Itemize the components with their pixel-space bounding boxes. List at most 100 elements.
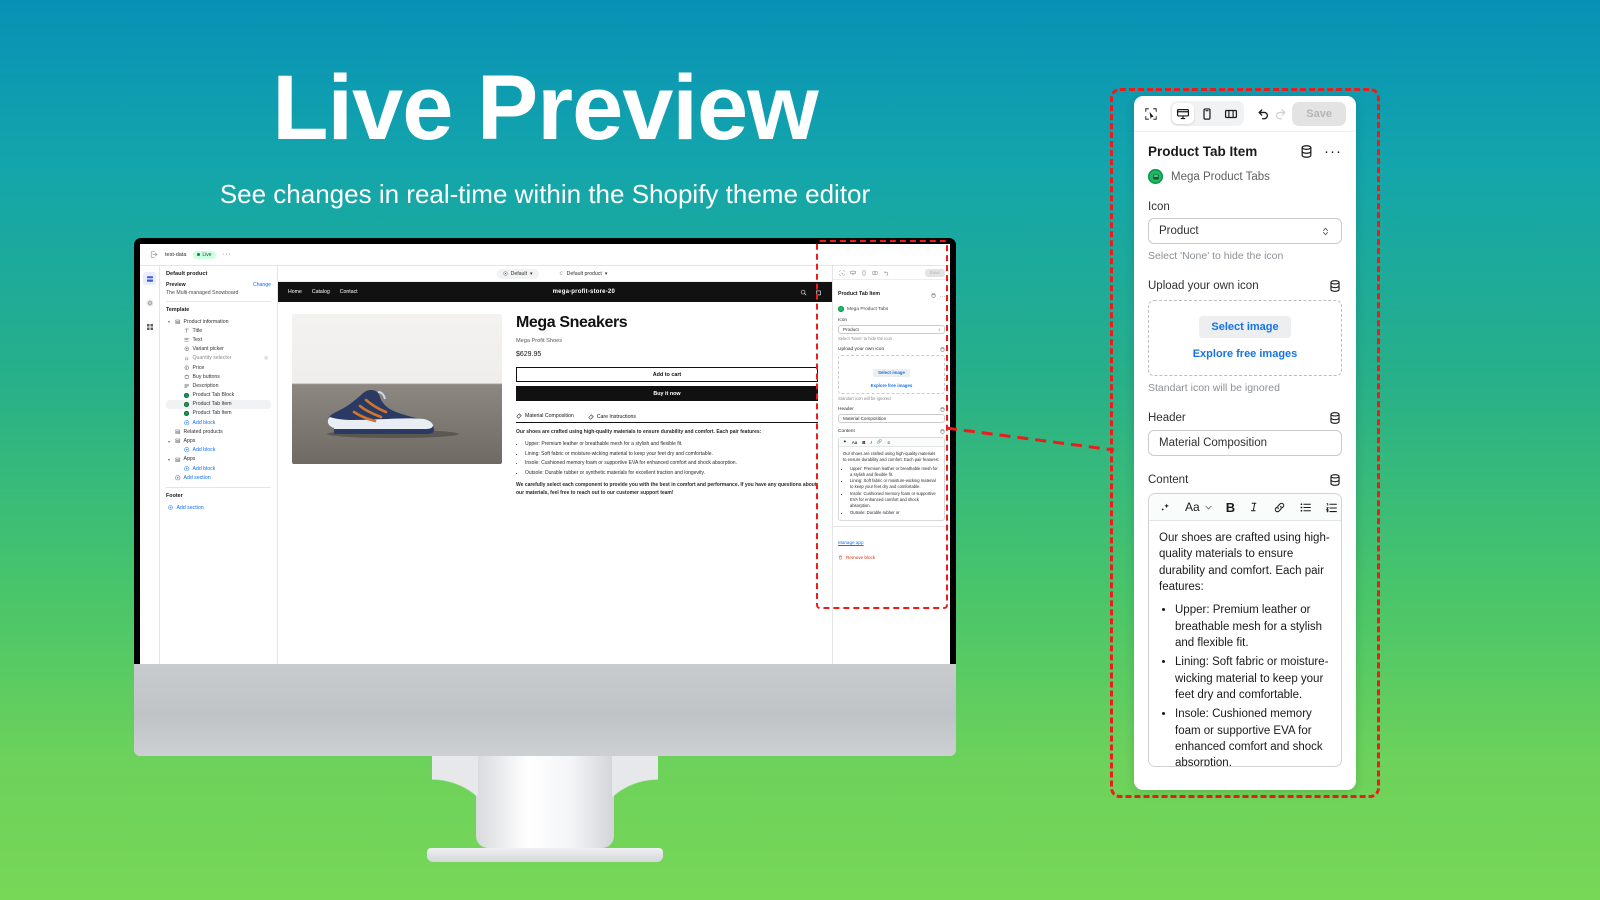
plus-circle-icon — [168, 505, 174, 511]
sidebar-tree-item[interactable]: ▾ Apps — [166, 436, 271, 445]
preview-toolbar: Default ▾ Default product ▾ — [278, 266, 832, 282]
sidebar-tree-item[interactable]: Add section — [166, 473, 271, 482]
panel-app-row: Mega Product Tabs — [1148, 169, 1342, 184]
save-button[interactable]: Save — [1292, 101, 1346, 126]
sidebar-divider — [166, 301, 271, 302]
icon-select[interactable]: Product — [1148, 218, 1342, 244]
tab-care-instructions[interactable]: Care Instructions — [588, 413, 636, 423]
icon-select-value: Product — [1159, 225, 1199, 237]
explore-free-images-link[interactable]: Explore free images — [1159, 348, 1331, 360]
sidebar-tree-item[interactable]: Variant picker — [166, 345, 271, 354]
chevron-down-icon[interactable]: ▾ — [168, 457, 172, 462]
app-dot-icon — [184, 392, 190, 398]
rail-apps-icon[interactable] — [143, 320, 156, 333]
numbered-list-icon[interactable] — [1325, 501, 1338, 514]
sidebar-tree-item[interactable]: Add block — [166, 464, 271, 473]
add-to-cart-button[interactable]: Add to cart — [516, 367, 818, 382]
panel-header: Product Tab Item ··· — [1148, 144, 1342, 160]
description-icon — [184, 383, 190, 389]
image-dropzone[interactable]: Select image Explore free images — [1148, 300, 1342, 376]
bold-icon[interactable]: B — [1226, 500, 1235, 515]
app-name-label: Mega Product Tabs — [1171, 170, 1270, 183]
database-icon[interactable] — [1299, 144, 1314, 159]
database-icon-4[interactable] — [1328, 473, 1342, 487]
nav-link-catalog[interactable]: Catalog — [312, 289, 330, 295]
select-image-button[interactable]: Select image — [1199, 316, 1291, 338]
page-title: Live Preview — [272, 57, 818, 159]
change-preview-link[interactable]: Change — [253, 282, 271, 288]
preview-value[interactable]: The Multi-managed Snowboard — [166, 290, 271, 296]
sidebar-tree-item[interactable]: Product Tab Block — [166, 391, 271, 400]
sidebar-tree-item[interactable]: Price — [166, 363, 271, 372]
nav-link-contact[interactable]: Contact — [340, 289, 358, 295]
rich-text-content[interactable]: Our shoes are crafted using high-quality… — [1149, 521, 1341, 766]
chevron-down-icon[interactable]: ▾ — [168, 319, 172, 324]
database-icon-2[interactable] — [1328, 279, 1342, 293]
theme-chip[interactable]: Default ▾ — [496, 268, 539, 279]
nav-link-home[interactable]: Home — [288, 289, 302, 295]
footer-add-section[interactable]: Add section — [166, 503, 271, 512]
editor-rail — [140, 266, 160, 664]
rail-settings-icon[interactable] — [143, 296, 156, 309]
chevron-down-icon[interactable]: ▾ — [168, 439, 172, 444]
tab-bullet-item: Upper: Premium leather or breathable mes… — [525, 441, 818, 449]
product-page: Mega Sneakers Mega Profit Shoes $629.95 … — [278, 302, 832, 664]
hidden-block-icon[interactable]: ◎ — [264, 355, 268, 361]
sidebar-tree-item-label: Related products — [183, 428, 223, 435]
sidebar-tree-item[interactable]: Add block — [166, 446, 271, 455]
rt-bullet-item: Lining: Soft fabric or moisture-wicking … — [1175, 654, 1331, 703]
plus-circle-icon — [184, 420, 190, 426]
plus-circle-icon — [184, 447, 190, 453]
editor-sidebar: Default product Preview Change The Multi… — [160, 266, 278, 664]
bulleted-list-icon[interactable] — [1299, 501, 1312, 514]
app-dot-icon — [184, 410, 190, 417]
sidebar-tree-item[interactable]: Description — [166, 381, 271, 390]
sidebar-tree-item[interactable]: Product Tab Item — [166, 399, 271, 409]
plus-circle-icon — [175, 475, 181, 481]
sidebar-tree-item[interactable]: Quantity selector ◎ — [166, 354, 271, 363]
sidebar-tree-item-label: Add block — [192, 419, 216, 426]
sidebar-tree-item[interactable]: Add block — [166, 418, 271, 427]
sidebar-tree-item[interactable]: ▾ Product information — [166, 317, 271, 326]
sidebar-tree-item[interactable]: Product Tab Item — [166, 409, 271, 418]
preview-row: Preview Change — [166, 282, 271, 288]
ai-sparkle-icon[interactable] — [1159, 501, 1172, 514]
tab-intro: Our shoes are crafted using high-quality… — [516, 429, 762, 435]
search-icon[interactable] — [800, 289, 807, 296]
storefront-name: mega-profit-store-20 — [552, 289, 615, 295]
font-style-dropdown[interactable]: Aa — [1185, 500, 1213, 514]
sidebar-tree-item[interactable]: Related products — [166, 427, 271, 436]
database-icon-3[interactable] — [1328, 411, 1342, 425]
sidebar-tree-item[interactable]: Buy buttons — [166, 372, 271, 381]
sidebar-tree-item[interactable]: Text — [166, 335, 271, 344]
rt-bullet-item: Insole: Cushioned memory foam or support… — [1175, 706, 1331, 766]
panel-more-icon[interactable]: ··· — [1324, 144, 1342, 159]
rail-sections-icon[interactable] — [143, 272, 156, 285]
template-chip-label: Default product — [566, 270, 602, 277]
header-input[interactable]: Material Composition — [1148, 430, 1342, 456]
tab-material-label: Material Composition — [525, 413, 574, 419]
sneaker-illustration — [327, 390, 459, 438]
sidebar-tree-item-label: Price — [192, 364, 205, 371]
tab-bullet-list: Upper: Premium leather or breathable mes… — [525, 441, 818, 478]
mobile-view-icon[interactable] — [1196, 103, 1218, 124]
viewport-toggle-group — [1170, 101, 1245, 126]
template-chip[interactable]: Default product ▾ — [553, 269, 614, 279]
undo-icon[interactable] — [1256, 107, 1270, 121]
buy-now-button[interactable]: Buy it now — [516, 386, 818, 401]
link-icon[interactable] — [1273, 501, 1286, 514]
monitor-chin — [134, 664, 956, 756]
rich-text-toolbar: Aa B — [1149, 494, 1341, 521]
desktop-view-icon[interactable] — [1172, 103, 1195, 124]
app-dot-icon — [184, 401, 190, 408]
exit-editor-icon[interactable] — [148, 250, 158, 260]
sidebar-tree-item[interactable]: Title — [166, 326, 271, 335]
tab-material-composition[interactable]: Material Composition — [516, 413, 574, 423]
sidebar-tree-item[interactable]: ▾ Apps — [166, 455, 271, 464]
select-tool-icon[interactable] — [1144, 103, 1158, 124]
storefront-nav: Home Catalog Contact mega-profit-store-2… — [278, 282, 832, 302]
italic-icon[interactable] — [1248, 501, 1260, 513]
topbar-more-icon[interactable]: ··· — [223, 251, 232, 258]
fullscreen-view-icon[interactable] — [1220, 103, 1242, 124]
plus-circle-icon — [184, 466, 190, 472]
